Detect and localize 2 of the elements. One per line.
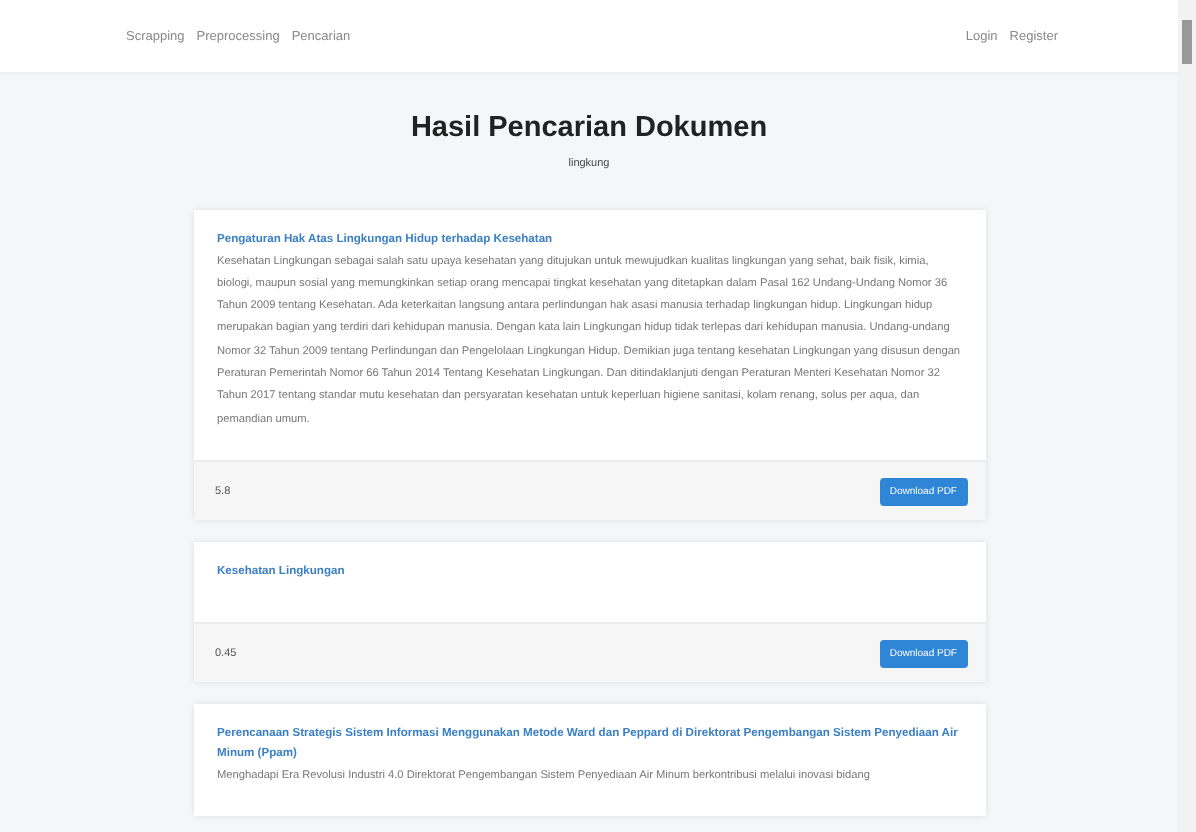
page-title: Hasil Pencarian Dokumen bbox=[408, 112, 770, 144]
scrollbar[interactable] bbox=[1178, 0, 1196, 832]
